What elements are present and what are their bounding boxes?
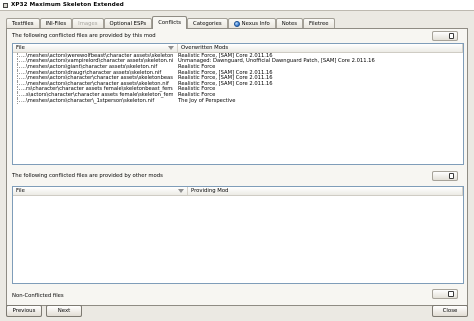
other-list-header: File Providing Mod xyxy=(13,187,463,196)
expand-icon xyxy=(448,291,454,297)
tab-label: Categories xyxy=(193,21,222,27)
app-icon xyxy=(3,2,8,8)
tab-label: Optional ESPs xyxy=(109,21,147,27)
provided-section-label: The following conflicted files are provi… xyxy=(12,33,156,39)
expand-icon xyxy=(449,173,454,179)
provided-list-header: File Overwritten Mods xyxy=(13,44,463,53)
mod-names: The Joy of Perspective xyxy=(178,97,236,104)
nonconflicted-section-label: Non-Conflicted files xyxy=(12,293,64,299)
column-file-label: File xyxy=(16,188,25,194)
expand-icon xyxy=(449,33,454,39)
file-path: ...\meshes\actors\character\_1stperson\s… xyxy=(21,97,155,104)
column-providing-label: Providing Mod xyxy=(191,188,229,194)
tab-conflicts[interactable]: Conflicts xyxy=(152,16,188,29)
tab-label: Images xyxy=(78,21,98,27)
column-overwritten-mods[interactable]: Overwritten Mods xyxy=(178,44,463,52)
previous-button[interactable]: Previous xyxy=(6,305,42,317)
window-title: XP32 Maximum Skeleton Extended xyxy=(11,2,124,8)
column-overwritten-label: Overwritten Mods xyxy=(181,45,229,51)
provided-rows: ...\meshes\actors\werewolfbeast\characte… xyxy=(13,52,463,104)
column-file[interactable]: File xyxy=(13,187,188,195)
conflicts-panel: The following conflicted files are provi… xyxy=(6,28,468,306)
other-expand-button[interactable] xyxy=(432,171,458,181)
other-section-label: The following conflicted files are provi… xyxy=(12,173,163,179)
provided-expand-button[interactable] xyxy=(432,31,458,41)
sort-icon xyxy=(178,189,184,193)
column-file[interactable]: File xyxy=(13,44,178,52)
tab-label: Textfiles xyxy=(12,21,34,27)
overwritten-mods-cell: The Joy of Perspective xyxy=(173,98,235,104)
file-cell: ...\meshes\actors\character\_1stperson\s… xyxy=(13,97,173,104)
globe-icon xyxy=(233,21,240,27)
table-row[interactable]: ...\meshes\actors\character\_1stperson\s… xyxy=(13,97,463,104)
column-file-label: File xyxy=(16,45,25,51)
tab-label: INI-Files xyxy=(45,21,67,27)
column-providing-mod[interactable]: Providing Mod xyxy=(188,187,463,195)
nonconflicted-expand-button[interactable] xyxy=(432,289,458,299)
other-files-list[interactable]: File Providing Mod xyxy=(12,186,464,284)
tab-label: Notes xyxy=(281,21,298,27)
mod-info-dialog: Textfiles INI-Files Images Optional ESPs… xyxy=(0,11,474,321)
title-bar: XP32 Maximum Skeleton Extended xyxy=(0,0,474,11)
tab-label: Nexus Info xyxy=(241,21,270,27)
close-button[interactable]: Close xyxy=(432,305,468,317)
tab-label: Conflicts xyxy=(158,20,182,26)
tab-label: Filetree xyxy=(309,21,329,27)
provided-files-list[interactable]: File Overwritten Mods ...\meshes\actors\… xyxy=(12,43,464,165)
sort-icon xyxy=(168,46,174,50)
next-button[interactable]: Next xyxy=(46,305,82,317)
